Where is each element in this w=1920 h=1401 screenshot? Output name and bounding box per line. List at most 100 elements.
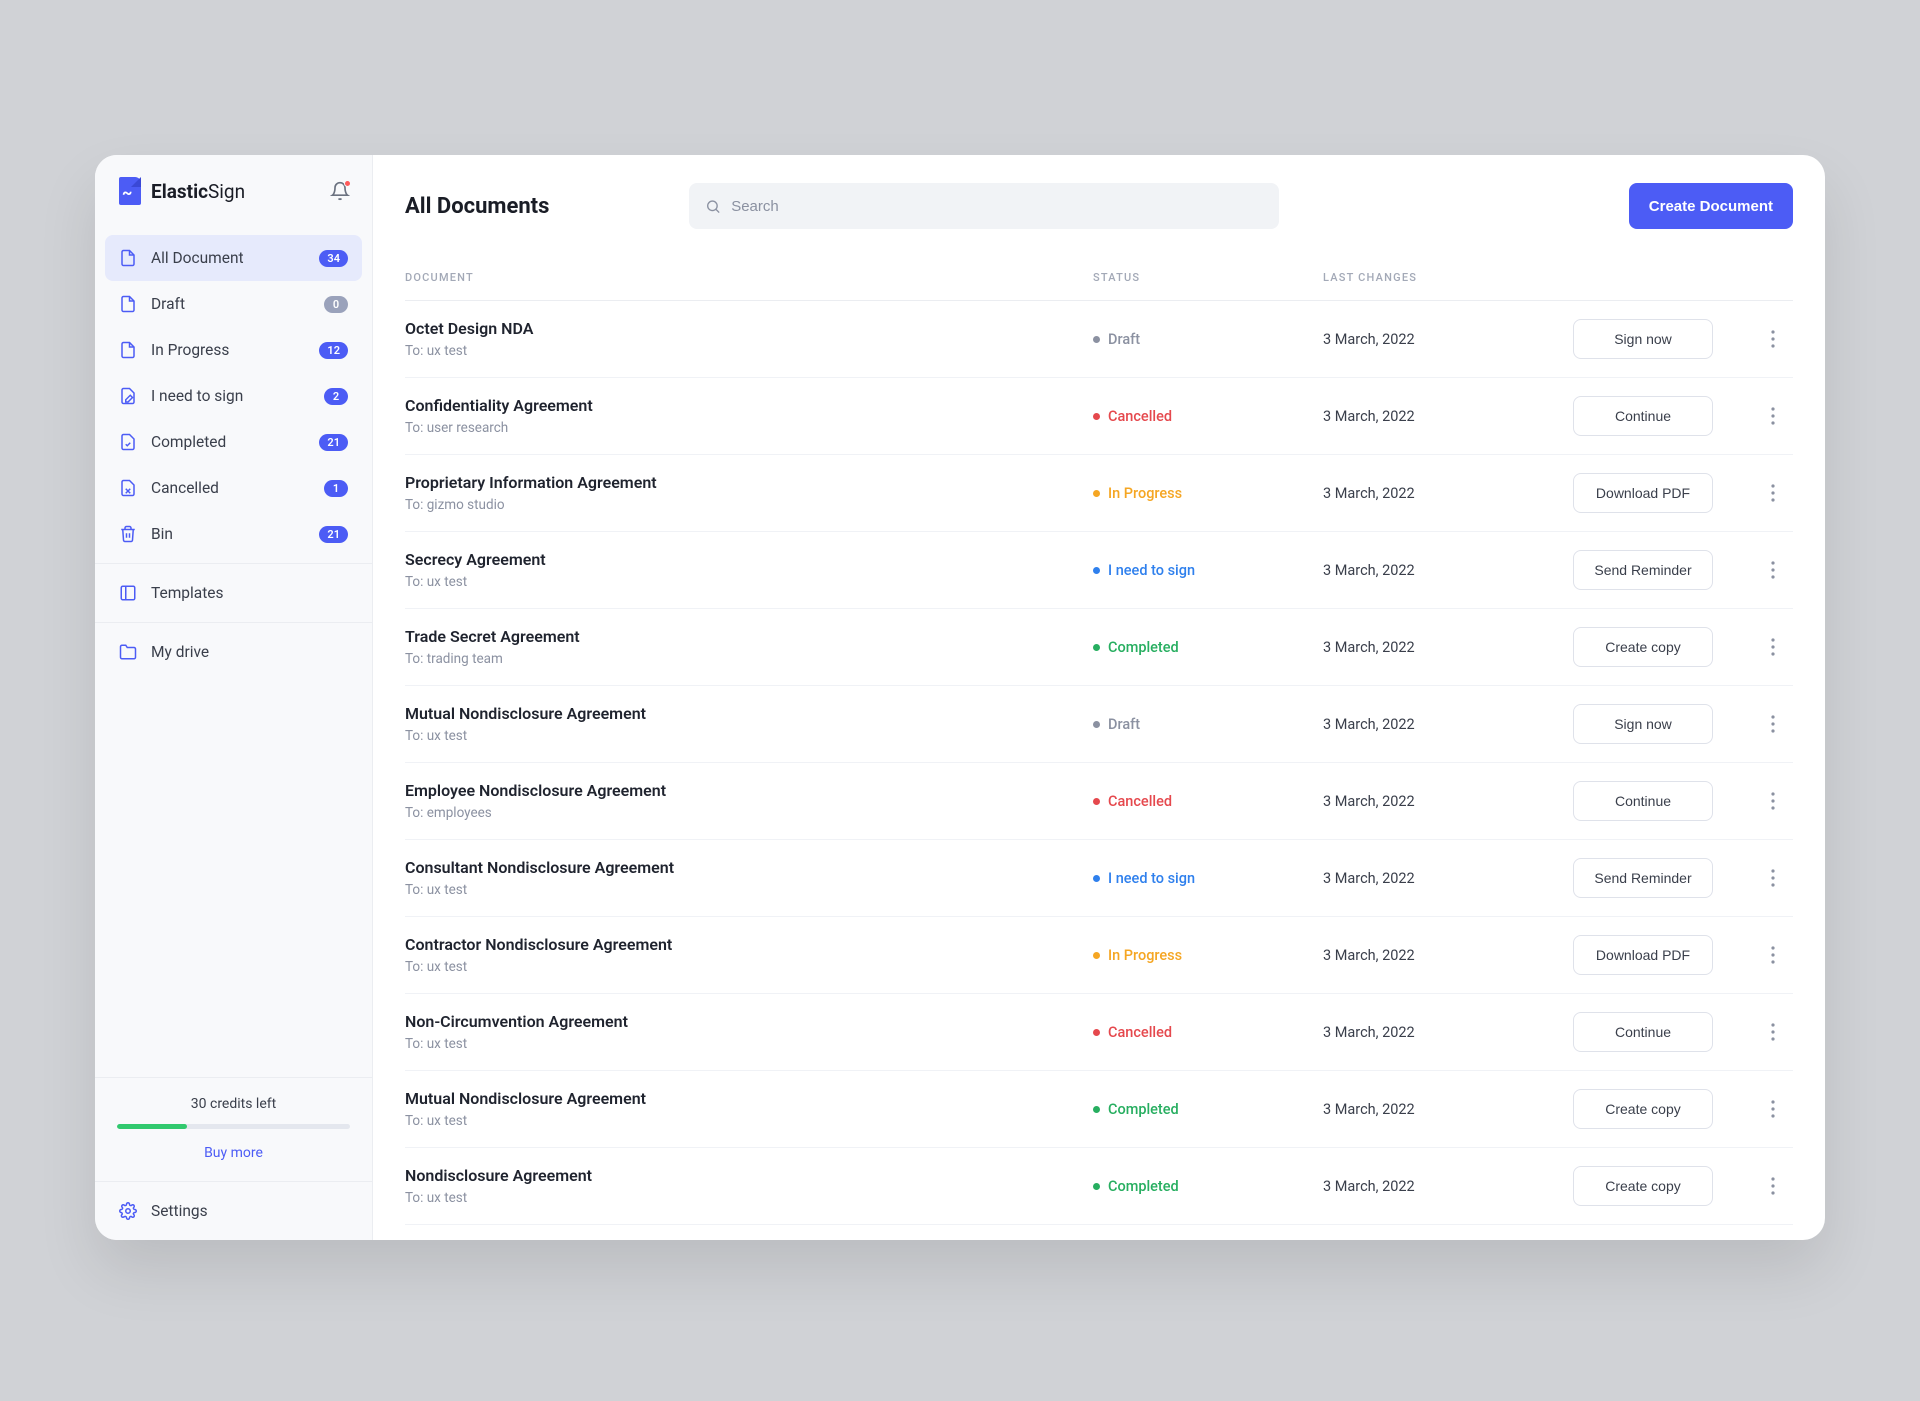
row-action-button[interactable]: Create copy [1573,1166,1713,1206]
status-label: Draft [1108,331,1140,348]
more-vertical-icon [1771,638,1775,656]
document-recipient: To: employees [405,805,1093,821]
sidebar-item-completed[interactable]: Completed21 [105,419,362,465]
column-document: DOCUMENT [405,271,1093,284]
notifications-button[interactable] [330,181,350,201]
row-more-button[interactable] [1753,1023,1793,1041]
sidebar-item-bin[interactable]: Bin21 [105,511,362,557]
status-label: Cancelled [1108,793,1172,810]
row-more-button[interactable] [1753,946,1793,964]
row-more-button[interactable] [1753,407,1793,425]
logo-text: ElasticSign [151,180,245,203]
brand-logo[interactable]: ElasticSign [119,177,245,205]
table-row[interactable]: Consultant Nondisclosure AgreementTo: ux… [405,840,1793,917]
table-row[interactable]: Confidentiality AgreementTo: user resear… [405,378,1793,455]
status-badge: In Progress [1093,947,1323,964]
sidebar-item-label: Templates [151,584,348,602]
table-row[interactable]: Employee Nondisclosure Agreement To: empl… [405,763,1793,840]
more-vertical-icon [1771,330,1775,348]
row-action-button[interactable]: Create copy [1573,1089,1713,1129]
more-vertical-icon [1771,869,1775,887]
row-more-button[interactable] [1753,869,1793,887]
last-changes-cell: 3 March, 2022 [1323,331,1573,348]
row-more-button[interactable] [1753,1177,1793,1195]
column-status: STATUS [1093,271,1323,284]
status-label: Completed [1108,639,1179,656]
row-more-button[interactable] [1753,330,1793,348]
status-dot-icon [1093,490,1100,497]
status-badge: Draft [1093,331,1323,348]
credits-progress [117,1124,350,1129]
table-row[interactable]: Non-Circumvention AgreementTo: ux testCa… [405,994,1793,1071]
row-more-button[interactable] [1753,561,1793,579]
last-changes-cell: 3 March, 2022 [1323,1024,1573,1041]
buy-more-link[interactable]: Buy more [204,1145,263,1161]
row-action-button[interactable]: Send Reminder [1573,550,1713,590]
document-recipient: To: ux test [405,728,1093,744]
table-row[interactable]: Contractor Nondisclosure AgreementTo: ux… [405,917,1793,994]
sidebar-item-my-drive[interactable]: My drive [105,629,362,675]
sidebar-item-draft[interactable]: Draft0 [105,281,362,327]
status-badge: I need to sign [1093,870,1323,887]
sidebar-nav-secondary: Templates [95,564,372,623]
row-action-button[interactable]: Send Reminder [1573,858,1713,898]
row-action-button[interactable]: Continue [1573,1012,1713,1052]
last-changes-cell: 3 March, 2022 [1323,1178,1573,1195]
search-input[interactable] [731,198,1263,215]
table-row[interactable]: Octet Design NDATo: ux testDraft3 March,… [405,301,1793,378]
status-label: I need to sign [1108,562,1195,579]
page-title: All Documents [405,194,665,219]
more-vertical-icon [1771,407,1775,425]
row-action-button[interactable]: Download PDF [1573,473,1713,513]
more-vertical-icon [1771,1100,1775,1118]
search-icon [705,198,721,215]
settings-button[interactable]: Settings [95,1181,372,1240]
sidebar-item-all-document[interactable]: All Document34 [105,235,362,281]
sidebar-item-templates[interactable]: Templates [105,570,362,616]
document-recipient: To: ux test [405,1036,1093,1052]
row-more-button[interactable] [1753,715,1793,733]
create-document-button[interactable]: Create Document [1629,183,1793,229]
last-changes-cell: 3 March, 2022 [1323,716,1573,733]
sidebar-item-label: All Document [151,249,319,267]
search-field[interactable] [689,183,1279,229]
row-action-button[interactable]: Continue [1573,396,1713,436]
table-row[interactable]: Nondisclosure AgreementTo: ux testComple… [405,1148,1793,1225]
table-row[interactable]: Secrecy AgreementTo: ux testI need to si… [405,532,1793,609]
more-vertical-icon [1771,1023,1775,1041]
table-row[interactable]: Mutual Nondisclosure AgreementTo: ux tes… [405,686,1793,763]
status-badge: Cancelled [1093,408,1323,425]
row-more-button[interactable] [1753,792,1793,810]
status-badge: In Progress [1093,485,1323,502]
document-title: Secrecy Agreement [405,550,1093,569]
document-cell: Employee Nondisclosure Agreement To: empl… [405,781,1093,821]
row-action-button[interactable]: Sign now [1573,704,1713,744]
row-action-button[interactable]: Sign now [1573,319,1713,359]
document-cell: Contractor Nondisclosure AgreementTo: ux… [405,935,1093,975]
status-badge: Completed [1093,639,1323,656]
document-title: Employee Nondisclosure Agreement [405,781,1093,800]
sidebar-item-in-progress[interactable]: In Progress12 [105,327,362,373]
row-more-button[interactable] [1753,638,1793,656]
document-title: Mutual Nondisclosure Agreement [405,1089,1093,1108]
sidebar-item-cancelled[interactable]: Cancelled1 [105,465,362,511]
row-action-button[interactable]: Download PDF [1573,935,1713,975]
status-label: Draft [1108,716,1140,733]
sidebar-item-i-need-to-sign[interactable]: I need to sign2 [105,373,362,419]
more-vertical-icon [1771,484,1775,502]
table-row[interactable]: Trade Secret AgreementTo: trading teamCo… [405,609,1793,686]
row-more-button[interactable] [1753,1100,1793,1118]
folder-icon [119,643,137,661]
document-icon [119,341,137,359]
status-dot-icon [1093,952,1100,959]
status-dot-icon [1093,1029,1100,1036]
row-action-button[interactable]: Create copy [1573,627,1713,667]
row-action-button[interactable]: Continue [1573,781,1713,821]
document-recipient: To: user research [405,420,1093,436]
row-more-button[interactable] [1753,484,1793,502]
sidebar-item-badge: 12 [319,342,348,359]
document-recipient: To: ux test [405,343,1093,359]
table-row[interactable]: Proprietary Information AgreementTo: giz… [405,455,1793,532]
table-row[interactable]: Mutual Nondisclosure AgreementTo: ux tes… [405,1071,1793,1148]
document-title: Contractor Nondisclosure Agreement [405,935,1093,954]
